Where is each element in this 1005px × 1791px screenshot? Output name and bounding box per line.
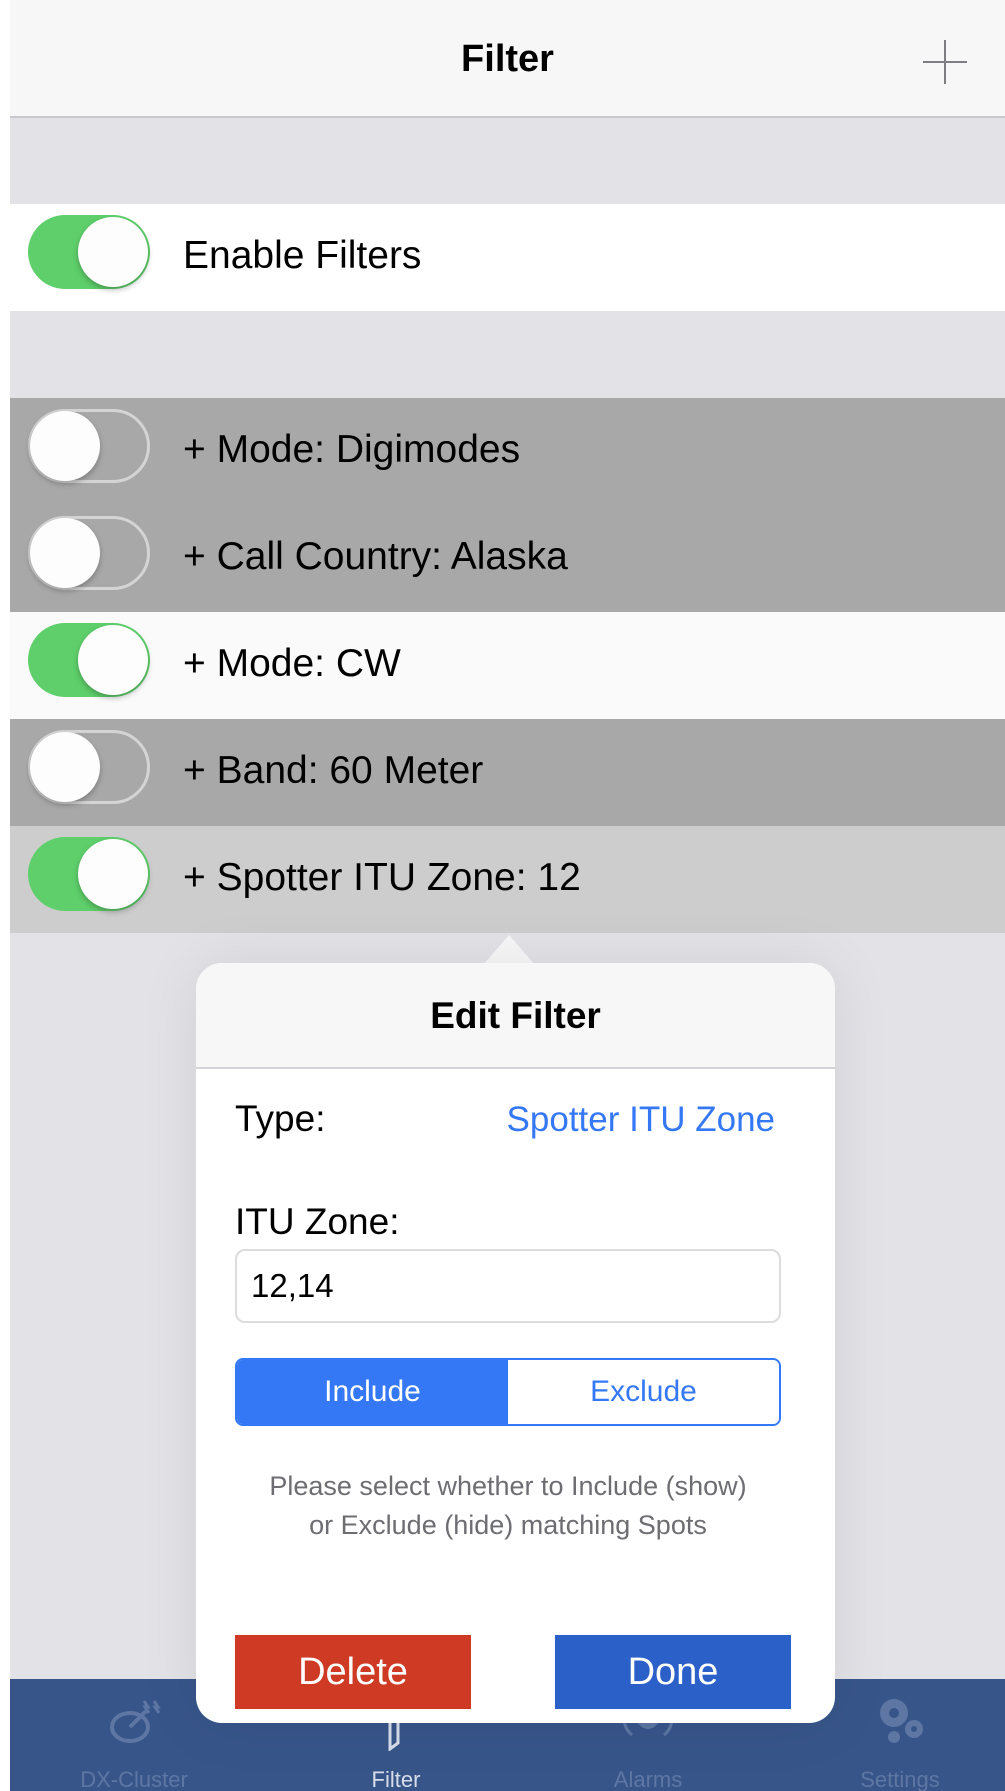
filter-toggle[interactable] — [28, 516, 150, 590]
filter-label: + Mode: Digimodes — [183, 428, 521, 471]
popover-arrow — [483, 935, 535, 965]
popover-header: Edit Filter — [196, 963, 835, 1069]
filter-row[interactable]: + Mode: CW — [10, 612, 1005, 719]
navigation-bar: Filter — [10, 0, 1005, 118]
toggle-knob — [30, 732, 100, 802]
filter-label: + Mode: CW — [183, 642, 401, 685]
toggle-knob — [30, 518, 100, 588]
type-selector[interactable]: Spotter ITU Zone — [507, 1100, 775, 1140]
filter-toggle[interactable] — [28, 409, 150, 483]
include-exclude-segmented-control: Include Exclude — [235, 1358, 781, 1426]
filter-screen: Filter Enable Filters + Mode: Digimodes … — [10, 0, 1005, 1791]
exclude-segment[interactable]: Exclude — [508, 1360, 779, 1424]
gears-icon — [880, 1699, 923, 1743]
enable-filters-label: Enable Filters — [183, 234, 422, 277]
type-label: Type: — [235, 1098, 326, 1139]
edit-filter-popover: Edit Filter Type: Spotter ITU Zone ITU Z… — [196, 963, 835, 1723]
filter-row[interactable]: + Band: 60 Meter — [10, 719, 1005, 826]
filter-label: + Call Country: Alaska — [183, 535, 568, 578]
toggle-knob — [78, 839, 148, 909]
filter-label: + Band: 60 Meter — [183, 749, 484, 792]
include-segment[interactable]: Include — [237, 1360, 508, 1424]
page-title: Filter — [461, 38, 554, 80]
filter-label: + Spotter ITU Zone: 12 — [183, 856, 581, 899]
tab-label: Alarms — [613, 1767, 683, 1791]
filter-row[interactable]: + Mode: Digimodes — [10, 398, 1005, 505]
tab-label: Settings — [860, 1767, 940, 1791]
satellite-dish-icon — [110, 1700, 161, 1743]
itu-zone-input[interactable] — [235, 1249, 781, 1323]
filter-toggle[interactable] — [28, 730, 150, 804]
filter-toggle[interactable] — [28, 837, 150, 911]
enable-filters-toggle[interactable] — [28, 215, 150, 289]
done-button[interactable]: Done — [555, 1635, 791, 1709]
itu-zone-label: ITU Zone: — [235, 1201, 400, 1242]
plus-icon[interactable] — [923, 40, 967, 84]
filter-row[interactable]: + Call Country: Alaska — [10, 505, 1005, 612]
tab-label: DX-Cluster — [80, 1767, 188, 1791]
toggle-knob — [78, 217, 148, 287]
enable-filters-row: Enable Filters — [10, 204, 1005, 311]
popover-title: Edit Filter — [430, 995, 601, 1036]
toggle-knob — [30, 411, 100, 481]
filter-row[interactable]: + Spotter ITU Zone: 12 — [10, 826, 1005, 933]
tab-label: Filter — [371, 1767, 421, 1791]
toggle-knob — [78, 625, 148, 695]
delete-button[interactable]: Delete — [235, 1635, 471, 1709]
filter-toggle[interactable] — [28, 623, 150, 697]
help-text: Please select whether to Include (show) … — [269, 1471, 747, 1540]
